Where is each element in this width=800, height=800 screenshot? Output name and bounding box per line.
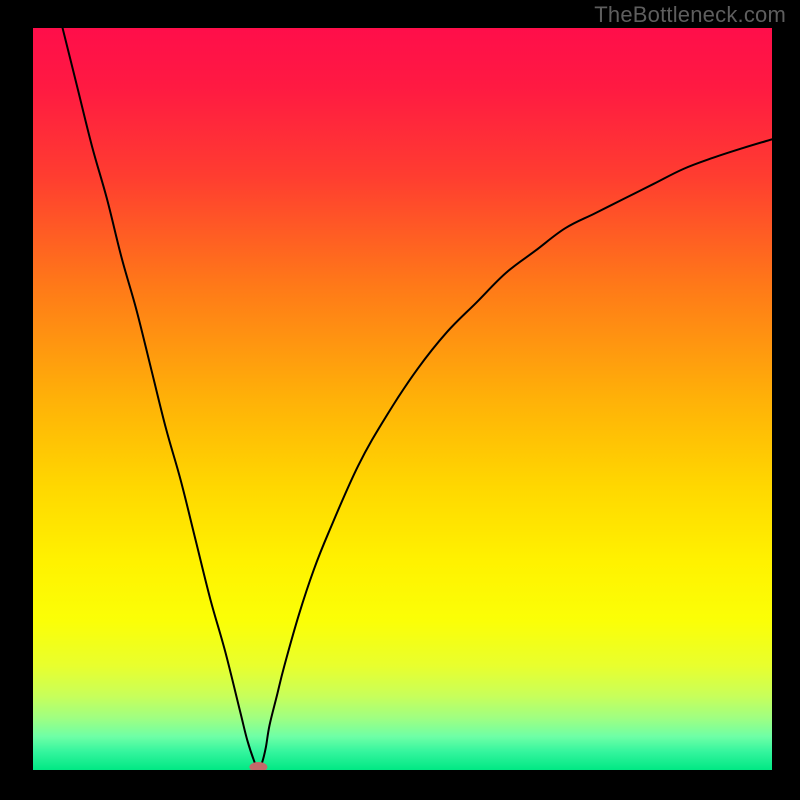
chart-frame: TheBottleneck.com: [0, 0, 800, 800]
plot-area: [33, 28, 772, 770]
chart-svg: [33, 28, 772, 770]
watermark-text: TheBottleneck.com: [594, 2, 786, 28]
gradient-background: [33, 28, 772, 770]
